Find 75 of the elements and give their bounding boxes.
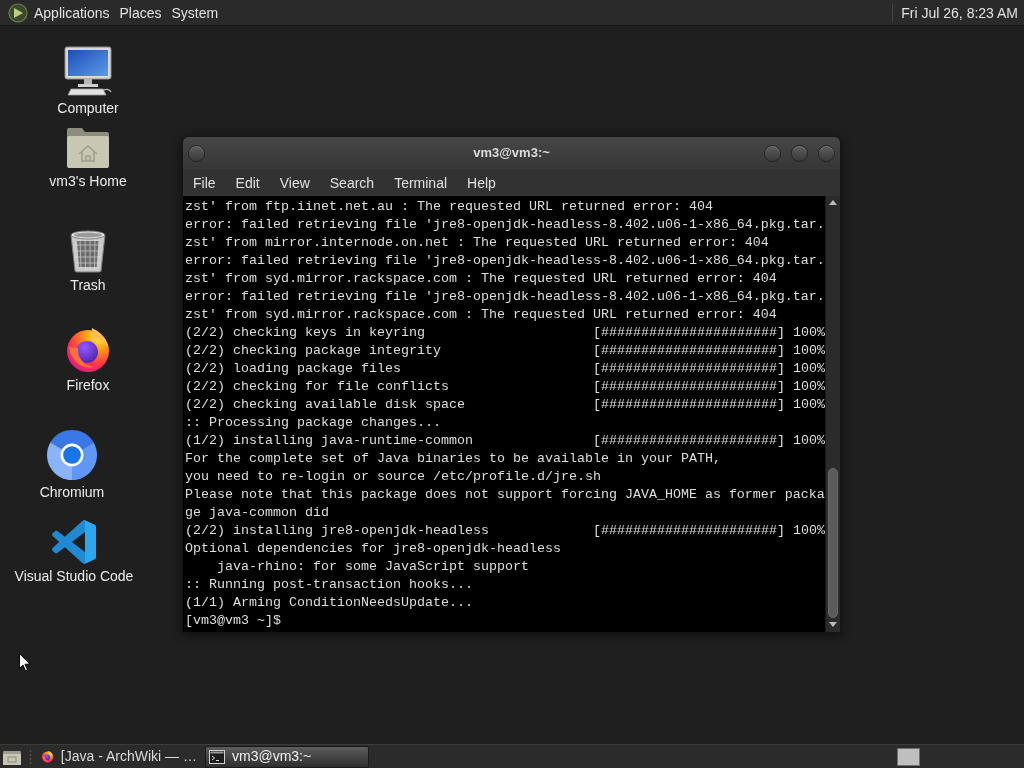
terminal-line: zst' from syd.mirror.rackspace.com : The requested URL returned error: 404 [185,270,777,288]
computer-monitor-icon[interactable] [63,46,113,96]
hash-progress-text: [######################] [593,396,785,414]
panel-menu[interactable]: Applications [29,2,115,23]
menu-item[interactable]: Terminal [384,172,458,193]
desktop-shortcut[interactable]: Computer [57,46,119,117]
terminal-line: error: failed retrieving file 'jre8-openjdk-headless-8.402.u06-1-x86_64.pkg.tar. [185,252,825,270]
percent-text: 100% [792,432,825,450]
shell-prompt: [vm3@vm3 ~]$ [185,612,281,630]
desktop-shortcut[interactable]: Visual Studio Code [14,520,134,585]
taskbar-window-button[interactable]: [Java - ArchWiki — … [37,745,201,768]
terminal-line: zst' from mirror.internode.on.net : The requested URL returned error: 404 [185,234,769,252]
desktop-shortcut[interactable]: Firefox [64,325,112,394]
terminal-line: zst' from syd.mirror.rackspace.com : The requested URL returned error: 404 [185,306,777,324]
status-text: (2/2) checking available disk space [185,396,466,414]
percent-text: 100% [792,360,825,378]
status-text: (2/2) checking package integrity [185,342,442,360]
menu-item[interactable]: Edit [225,172,270,193]
percent-text: 100% [792,324,825,342]
hash-progress-text: [######################] [593,378,785,396]
terminal-line: ge java-common did [185,504,329,522]
menu-item[interactable]: File [183,172,226,193]
desktop-shortcut[interactable]: Chromium [39,430,105,501]
down-arrow-icon[interactable] [829,622,837,627]
status-text: (2/2) loading package files [185,360,402,378]
minimize-button[interactable] [764,144,781,162]
percent-text: 100% [792,522,825,540]
distro-logo-icon[interactable] [8,2,28,23]
percent-text: 100% [792,396,825,414]
mouse-pointer-icon [19,653,31,672]
terminal-line: java-rhino: for some JavaScript support [217,558,529,576]
status-text: (1/2) installing java-runtime-common [185,432,474,450]
maximize-button[interactable] [791,144,808,162]
hash-progress-text: [######################] [593,342,785,360]
firefox-logo-icon[interactable] [64,325,112,373]
menu-item[interactable]: Help [457,172,506,193]
terminal-icon [209,749,225,764]
terminal-line: you need to re-login or source /etc/profile.d/jre.sh [185,468,601,486]
scrollbar-thumb[interactable] [828,468,838,618]
panel-menu[interactable]: Places [114,2,167,23]
scrollbar[interactable] [825,196,840,632]
clock-text[interactable]: Fri Jul 26, 8:23 AM [901,2,1018,23]
code-editor-logo-icon[interactable] [52,520,96,564]
terminal-line: zst' from ftp.iinet.net.au : The requested URL returned error: 404 [185,198,713,216]
firefox-logo-icon [41,748,54,765]
chromium-logo-icon[interactable] [47,430,97,480]
home-folder-icon[interactable] [66,127,110,169]
terminal-line: (1/1) Arming ConditionNeedsUpdate... [185,594,473,612]
terminal-line: error: failed retrieving file 'jre8-openjdk-headless-8.402.u06-1-x86_64.pkg.tar. [185,288,825,306]
panel-menu[interactable]: System [166,2,224,23]
drag-handle-icon[interactable] [29,748,32,765]
percent-text: 100% [792,342,825,360]
workspace-switcher[interactable] [897,747,920,766]
menu-item[interactable]: View [269,172,320,193]
terminal-line: error: failed retrieving file 'jre8-openjdk-headless-8.402.u06-1-x86_64.pkg.tar. [185,216,825,234]
hash-progress-text: [######################] [593,360,785,378]
hash-progress-text: [######################] [593,432,785,450]
hash-progress-text: [######################] [593,522,785,540]
status-text: (2/2) checking keys in keyring [185,324,426,342]
terminal-line: Optional dependencies for jre8-openjdk-headless [185,540,561,558]
terminal-line: Please note that this package does not support forcing JAVA_HOME as former packa [185,486,825,504]
menu-item[interactable]: Search [319,172,385,193]
trash-bin-icon[interactable] [68,229,108,273]
desktop-shortcut[interactable]: vm3's Home [49,127,127,190]
taskbar-window-button[interactable]: vm3@vm3:~ [205,745,369,768]
percent-text: 100% [792,378,825,396]
status-text: (2/2) installing jre8-openjdk-headless [185,522,490,540]
terminal-line: :: Processing package changes... [185,414,441,432]
up-arrow-icon[interactable] [829,200,837,205]
terminal-line: For the complete set of Java binaries to be available in your PATH, [185,450,721,468]
status-text: (2/2) checking for file conflicts [185,378,450,396]
hash-progress-text: [######################] [593,324,785,342]
window-title: vm3@vm3:~ [473,144,550,163]
desktop-shortcut[interactable]: Trash [68,229,108,294]
terminal-line: :: Running post-transaction hooks... [185,576,473,594]
